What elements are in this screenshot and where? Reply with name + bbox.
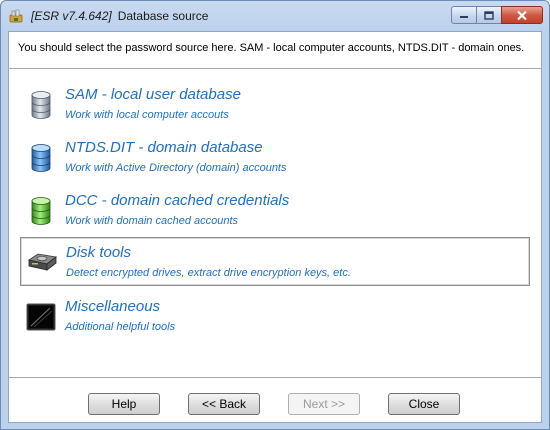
next-button[interactable]: Next >> [288,393,360,415]
option-ntds[interactable]: NTDS.DIT - domain database Work with Act… [20,135,530,181]
close-window-button[interactable] [501,6,543,24]
database-icon [31,144,51,172]
next-button-label: Next >> [302,397,346,411]
option-title: Miscellaneous [65,298,161,315]
option-sam[interactable]: SAM - local user database Work with loca… [20,82,530,128]
option-description: Work with domain cached accounts [65,215,239,227]
option-description: Additional helpful tools [65,321,176,333]
option-description: Work with Active Directory (domain) acco… [65,162,287,174]
dialog-body: You should select the password source he… [8,31,542,423]
maximize-icon [484,10,494,20]
close-icon [517,10,527,20]
option-title: DCC - domain cached credentials [65,192,290,209]
bottom-divider [9,377,541,379]
option-disk-tools[interactable]: Disk tools Detect encrypted drives, extr… [20,237,530,286]
app-window: [ESR v7.4.642] Database source You should… [0,0,550,430]
window-title: [ESR v7.4.642] Database source [31,9,208,23]
app-icon [9,9,23,23]
option-miscellaneous[interactable]: Miscellaneous Additional helpful tools [20,294,530,340]
title-bar[interactable]: [ESR v7.4.642] Database source [1,1,549,31]
database-icon [31,91,51,119]
minimize-icon [460,16,468,18]
close-button-label: Close [408,397,440,411]
hard-drive-icon [27,253,57,271]
back-button-label: << Back [201,397,247,411]
help-button[interactable]: Help [88,393,160,415]
database-icon [31,197,51,225]
option-title: Disk tools [66,244,132,261]
maximize-button[interactable] [476,6,502,24]
option-description: Work with local computer accouts [65,109,229,121]
terminal-icon [26,303,56,331]
close-button[interactable]: Close [388,393,460,415]
option-dcc[interactable]: DCC - domain cached credentials Work wit… [20,188,530,234]
minimize-button[interactable] [451,6,477,24]
option-title: NTDS.DIT - domain database [65,139,263,156]
app-version: [ESR v7.4.642] [31,9,112,23]
option-title: SAM - local user database [65,86,241,103]
back-button[interactable]: << Back [188,393,260,415]
help-button-label: Help [111,397,137,411]
window-title-text: Database source [117,9,209,23]
caption-buttons [451,6,543,26]
instruction-text: You should select the password source he… [18,42,525,54]
option-description: Detect encrypted drives, extract drive e… [66,267,351,279]
top-divider [9,68,541,70]
